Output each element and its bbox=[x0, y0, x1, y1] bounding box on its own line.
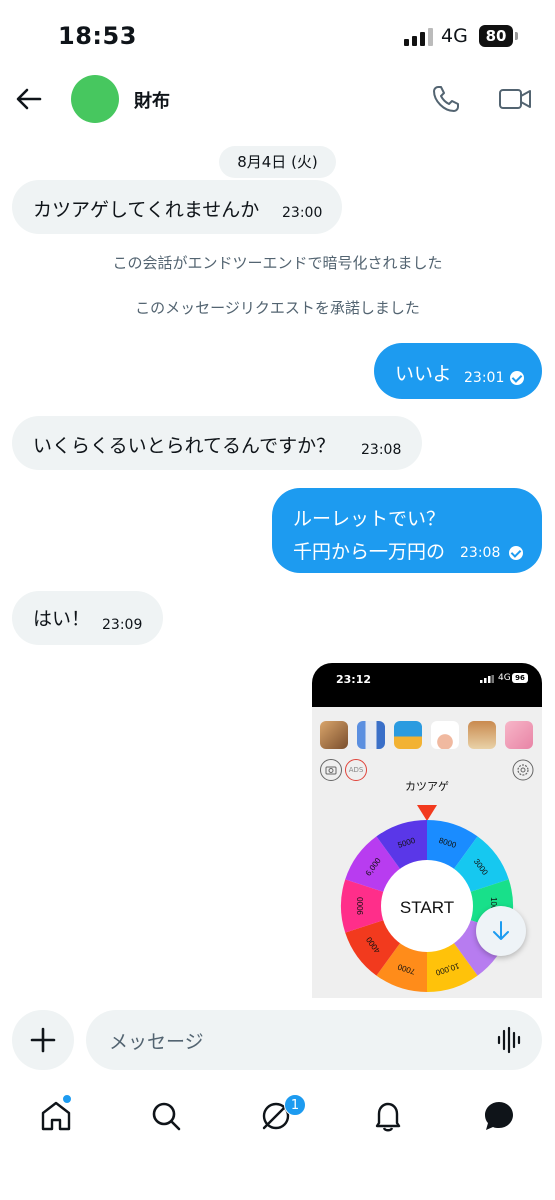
image-thumbnail bbox=[431, 721, 459, 749]
home-unread-dot bbox=[62, 1094, 72, 1104]
message-bubble-incoming[interactable]: いくらくるいとられてるんですか？ 23:08 bbox=[12, 416, 422, 470]
image-thumbnail bbox=[357, 721, 385, 749]
message-time: 23:08 bbox=[361, 442, 402, 458]
messages-icon[interactable] bbox=[481, 1098, 517, 1134]
wheel-pointer bbox=[417, 805, 437, 821]
message-text-line-1: ルーレットでい？ bbox=[293, 508, 446, 530]
image-thumbnail bbox=[505, 721, 533, 749]
contact-name[interactable]: 財布 bbox=[134, 87, 170, 113]
message-input-placeholder: メッセージ bbox=[109, 1031, 204, 1053]
image-thumbnail bbox=[320, 721, 348, 749]
network-label: 4G bbox=[441, 25, 468, 47]
encryption-notice: この会話がエンドツーエンドで暗号化されました bbox=[112, 254, 443, 272]
message-time: 23:00 bbox=[282, 205, 323, 221]
image-status-time: 23:12 bbox=[336, 673, 372, 686]
image-thumbnail-row bbox=[320, 721, 542, 751]
message-bubble-incoming[interactable]: カツアゲしてくれませんか 23:00 bbox=[12, 180, 342, 234]
arrow-down-icon bbox=[493, 921, 509, 940]
message-text: はい！ bbox=[33, 608, 91, 630]
roulette-title: カツアゲ bbox=[405, 780, 449, 793]
image-thumbnail bbox=[394, 721, 422, 749]
read-check-icon bbox=[509, 546, 523, 560]
add-attachment-button[interactable] bbox=[12, 1010, 74, 1070]
message-text: カツアゲしてくれませんか bbox=[33, 199, 260, 221]
message-text: いくらくるいとられてるんですか？ bbox=[33, 435, 336, 457]
image-thumbnail bbox=[468, 721, 496, 749]
roulette-wheel: 80003000100010,0007000400090006,0005000 … bbox=[340, 805, 514, 992]
scroll-to-bottom-button[interactable] bbox=[476, 906, 526, 956]
start-label: START bbox=[400, 898, 454, 917]
video-call-icon[interactable] bbox=[497, 83, 533, 115]
date-separator: 8月4日 (火) bbox=[219, 146, 336, 178]
message-bubble-incoming[interactable]: はい！ 23:09 bbox=[12, 591, 163, 645]
conversation-header: 財布 bbox=[0, 72, 555, 128]
plus-icon bbox=[30, 1027, 56, 1053]
image-signal-icon bbox=[480, 675, 494, 683]
search-icon[interactable] bbox=[148, 1098, 184, 1134]
request-accepted-notice: このメッセージリクエストを承諾しました bbox=[135, 299, 420, 317]
message-text: いいよ bbox=[395, 363, 452, 385]
message-time: 23:09 bbox=[102, 617, 143, 633]
message-bubble-outgoing[interactable]: いいよ 23:01 bbox=[374, 343, 542, 399]
status-time: 18:53 bbox=[58, 22, 137, 50]
wheel-segment-label: 9000 bbox=[356, 897, 365, 915]
image-network-label: 4G bbox=[498, 673, 511, 683]
signal-icon bbox=[404, 28, 433, 46]
message-text-line-2: 千円から一万円の bbox=[293, 541, 446, 563]
battery-icon: 80 bbox=[479, 25, 519, 47]
image-status-bar: 23:12 4G 96 bbox=[312, 663, 542, 707]
bottom-navigation bbox=[0, 1090, 555, 1150]
message-bubble-outgoing[interactable]: ルーレットでい？ 千円から一万円の 23:08 bbox=[272, 488, 542, 573]
battery-level: 80 bbox=[479, 25, 513, 47]
message-time: 23:08 bbox=[460, 545, 501, 561]
status-bar: 18:53 4G 80 bbox=[0, 0, 555, 72]
voice-message-icon[interactable] bbox=[496, 1026, 524, 1054]
message-time: 23:01 bbox=[464, 370, 505, 386]
back-arrow-icon[interactable] bbox=[14, 84, 44, 114]
phone-call-icon[interactable] bbox=[430, 83, 462, 115]
image-battery-level: 96 bbox=[512, 673, 528, 683]
notifications-bell-icon[interactable] bbox=[370, 1098, 406, 1134]
message-input[interactable]: メッセージ bbox=[86, 1010, 542, 1070]
read-check-icon bbox=[510, 371, 524, 385]
messages-unread-badge: 1 bbox=[284, 1094, 306, 1116]
avatar[interactable] bbox=[71, 75, 119, 123]
